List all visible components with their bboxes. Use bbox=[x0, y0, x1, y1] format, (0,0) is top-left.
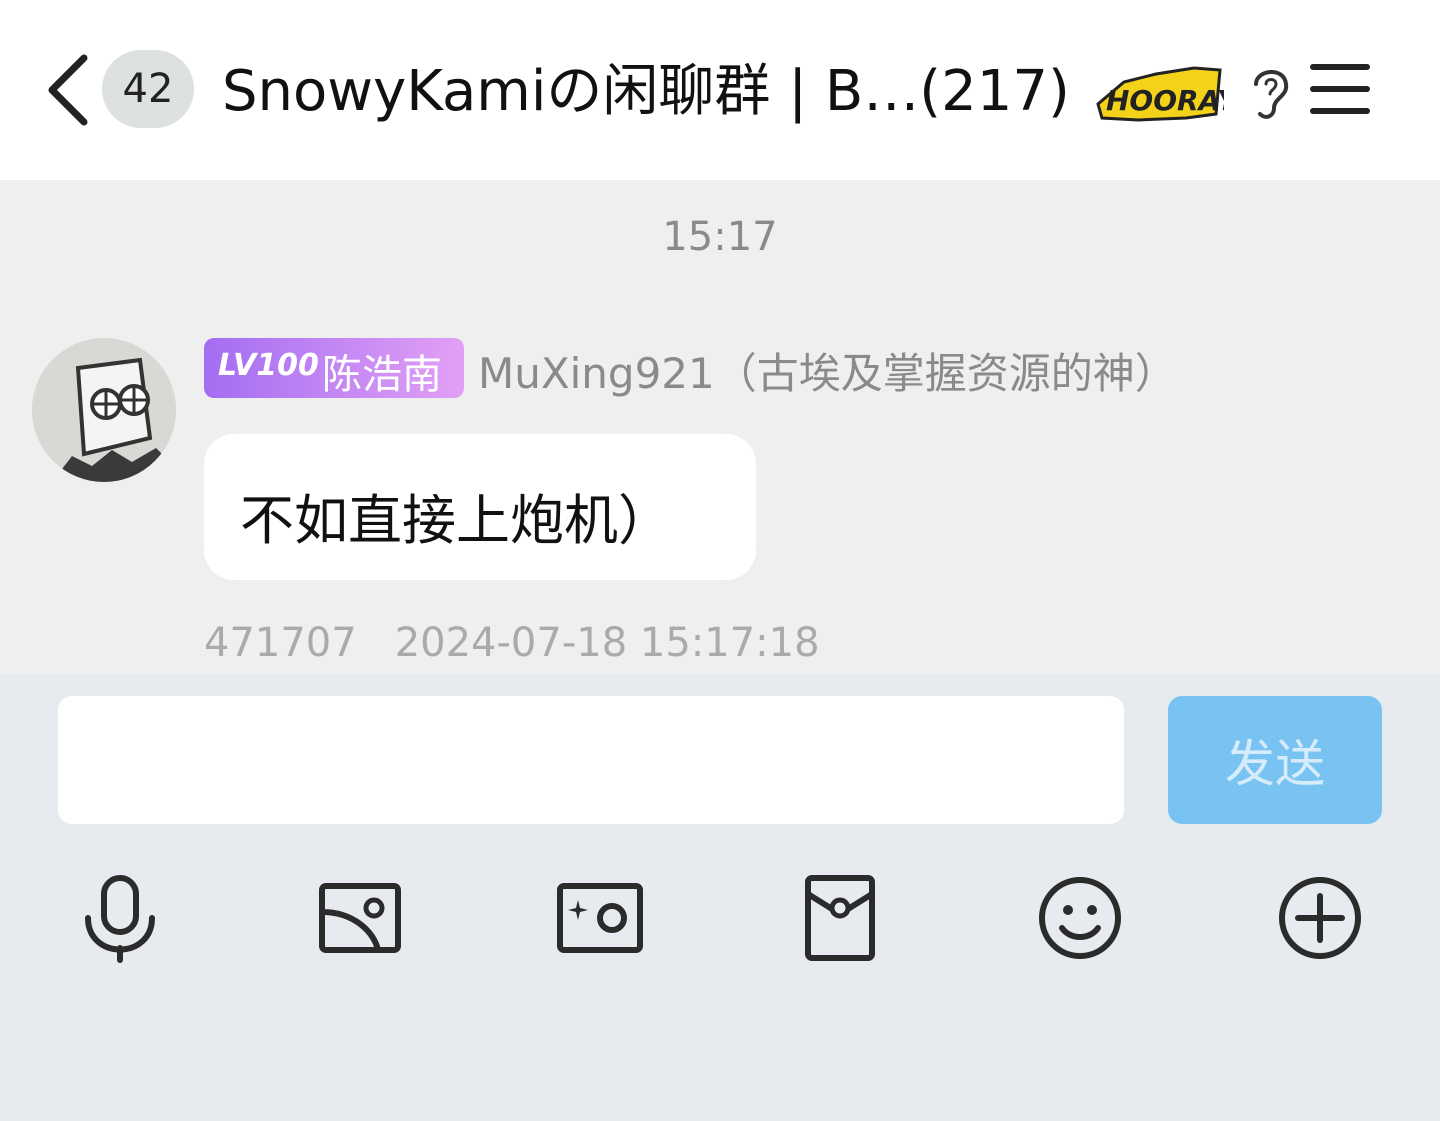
group-title[interactable]: SnowyKamiの闲聊群 | B…(217) bbox=[222, 52, 1070, 132]
send-button[interactable]: 发送 bbox=[1168, 696, 1382, 824]
message-text: 不如直接上炮机） bbox=[240, 489, 672, 552]
hooray-sticker-icon: HOORAY bbox=[1096, 66, 1224, 122]
member-tag-name: 陈浩南 bbox=[322, 352, 442, 398]
ear-icon[interactable] bbox=[1248, 62, 1292, 122]
camera-icon[interactable] bbox=[554, 872, 646, 964]
emoji-icon[interactable] bbox=[1034, 872, 1126, 964]
level-label: LV100 bbox=[218, 348, 319, 383]
message-input[interactable] bbox=[58, 696, 1124, 824]
red-packet-icon[interactable] bbox=[794, 872, 886, 964]
unread-count-badge[interactable]: 42 bbox=[102, 50, 194, 128]
back-arrow-icon[interactable] bbox=[44, 52, 96, 128]
sender-id: 471707 bbox=[204, 620, 357, 666]
plus-icon[interactable] bbox=[1274, 872, 1366, 964]
menu-icon[interactable] bbox=[1310, 62, 1370, 116]
avatar[interactable] bbox=[32, 338, 176, 482]
message-timestamp: 2024-07-18 15:17:18 bbox=[394, 620, 820, 666]
sender-nickname[interactable]: MuXing921（古埃及掌握资源的神） bbox=[478, 340, 1177, 401]
image-icon[interactable] bbox=[314, 872, 406, 964]
avatar-drawing-icon bbox=[32, 338, 176, 482]
message-meta: 471707 2024-07-18 15:17:18 bbox=[204, 620, 820, 666]
level-tag: LV100 陈浩南 bbox=[204, 338, 464, 398]
svg-text:HOORAY: HOORAY bbox=[1106, 84, 1224, 117]
message-bubble[interactable]: 不如直接上炮机） bbox=[204, 434, 756, 580]
time-separator: 15:17 bbox=[662, 214, 778, 260]
chat-header: 42 SnowyKamiの闲聊群 | B…(217) HOORAY bbox=[0, 0, 1440, 180]
microphone-icon[interactable] bbox=[74, 872, 166, 964]
